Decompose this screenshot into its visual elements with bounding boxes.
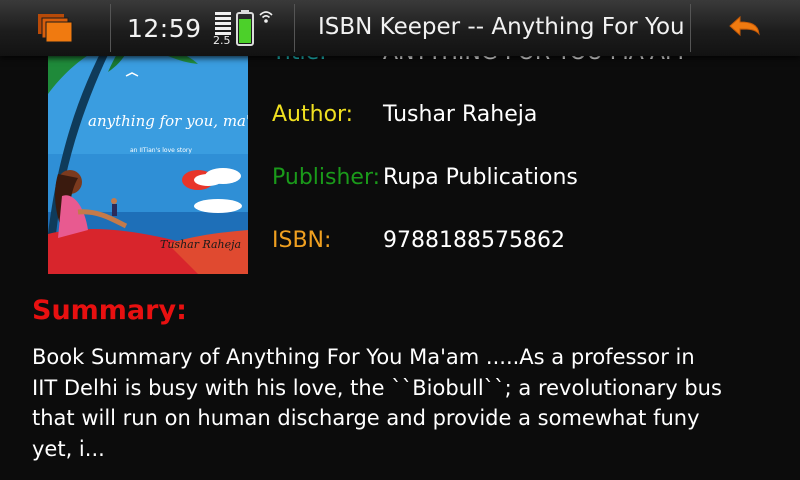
- back-arrow-icon: [729, 15, 760, 37]
- network-type: 2.5: [213, 34, 231, 47]
- publisher-label: Publisher:: [272, 165, 381, 190]
- book-cover-image: anything for you, ma'am an IITian's love…: [48, 34, 248, 274]
- separator: [110, 4, 111, 52]
- task-switcher-button[interactable]: [32, 8, 80, 48]
- battery-icon: [236, 10, 254, 46]
- app-title[interactable]: ISBN Keeper -- Anything For You Ma'am: [318, 14, 690, 40]
- cover-title: anything for you, ma'am: [88, 112, 248, 130]
- app-screen: anything for you, ma'am an IITian's love…: [0, 0, 800, 480]
- book-details: anything for you, ma'am an IITian's love…: [0, 0, 800, 480]
- summary-heading: Summary:: [32, 295, 187, 326]
- cover-author: Tushar Raheja: [160, 238, 241, 251]
- isbn-value: 9788188575862: [383, 228, 565, 253]
- clock: 12:59: [127, 14, 202, 43]
- separator: [294, 4, 295, 52]
- separator: [690, 4, 691, 52]
- status-bar: 12:59 2.5 ISBN Keeper -- Anything For Yo…: [0, 0, 800, 56]
- publisher-value: Rupa Publications: [383, 165, 578, 190]
- task-switcher-icon: [38, 14, 73, 43]
- author-value: Tushar Raheja: [383, 102, 538, 127]
- author-label: Author:: [272, 102, 354, 127]
- summary-text: Book Summary of Anything For You Ma'am .…: [32, 345, 722, 461]
- isbn-label: ISBN:: [272, 228, 332, 253]
- back-button[interactable]: [726, 14, 762, 42]
- wifi-icon: [259, 11, 273, 23]
- cover-subtitle: an IITian's love story: [130, 147, 192, 154]
